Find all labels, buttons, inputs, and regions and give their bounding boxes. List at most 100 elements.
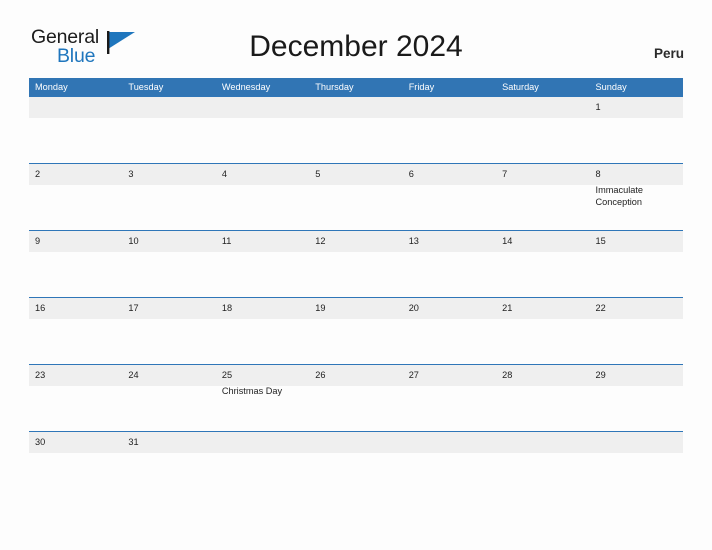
day-number: 20 [408, 303, 419, 313]
holiday-event-label: Christmas Day [221, 386, 283, 396]
day-number: 4 [221, 169, 227, 179]
calendar-week-row: 30 31 [29, 431, 683, 454]
day-number: 8 [595, 169, 601, 179]
calendar-day-cell[interactable]: 3 [122, 164, 215, 230]
day-number: 15 [595, 236, 606, 246]
day-number: 24 [128, 370, 139, 380]
day-number: 30 [35, 437, 46, 447]
day-number [596, 432, 683, 453]
calendar-day-cell[interactable]: 23 [29, 365, 122, 431]
weekday-sunday: Sunday [595, 82, 627, 92]
day-number: 3 [128, 169, 134, 179]
day-number: 9 [35, 236, 41, 246]
calendar-day-cell[interactable]: 15 [590, 231, 683, 297]
day-number [409, 97, 496, 118]
calendar-week-cells: 23 24 25 Christmas Day 26 27 28 29 [29, 365, 683, 431]
calendar-day-cell[interactable]: 9 [29, 231, 122, 297]
day-number: 7 [502, 169, 508, 179]
calendar-day-cell[interactable]: 18 [216, 298, 309, 364]
weekday-saturday: Saturday [502, 82, 539, 92]
calendar-week-cells: 9 10 11 12 13 14 15 [29, 231, 683, 297]
calendar-day-cell[interactable]: 27 [403, 365, 496, 431]
day-number [315, 432, 402, 453]
calendar-grid: Monday Tuesday Wednesday Thursday Friday… [29, 78, 683, 454]
calendar-weeks: 1 2 3 4 5 6 7 8 Immaculate Conception 9 10 11 12 13 14… [29, 96, 683, 454]
calendar-day-cell-empty [122, 97, 215, 163]
weekday-monday: Monday [35, 82, 68, 92]
day-number: 13 [408, 236, 419, 246]
calendar-day-cell[interactable]: 24 [122, 365, 215, 431]
day-number: 18 [221, 303, 233, 313]
holiday-event-label: Immaculate Conception [595, 185, 644, 208]
calendar-day-cell-empty [590, 432, 683, 454]
calendar-day-cell-empty [403, 97, 496, 163]
calendar-day-cell[interactable]: 22 [590, 298, 683, 364]
day-number: 12 [315, 236, 326, 246]
day-number [35, 97, 122, 118]
calendar-day-cell[interactable]: 21 [496, 298, 589, 364]
day-number: 21 [502, 303, 513, 313]
calendar-week-row: 16 17 18 19 20 21 22 [29, 297, 683, 364]
calendar-day-cell[interactable]: 14 [496, 231, 589, 297]
day-number [222, 432, 309, 453]
calendar-day-cell-empty [216, 97, 309, 163]
day-number [502, 97, 589, 118]
calendar-day-cell-empty [403, 432, 496, 454]
calendar-day-cell[interactable]: 16 [29, 298, 122, 364]
calendar-day-cell[interactable]: 17 [122, 298, 215, 364]
calendar-day-cell-empty [496, 97, 589, 163]
calendar-day-cell[interactable]: 20 [403, 298, 496, 364]
day-number: 19 [315, 303, 326, 313]
calendar-day-cell[interactable]: 30 [29, 432, 122, 454]
calendar-day-cell[interactable]: 4 [216, 164, 309, 230]
calendar-day-cell[interactable]: 10 [122, 231, 215, 297]
calendar-day-cell-empty [29, 97, 122, 163]
day-number: 16 [35, 303, 46, 313]
calendar-day-cell[interactable]: 25 Christmas Day [216, 365, 309, 431]
day-number: 14 [502, 236, 513, 246]
calendar-page: General Blue December 2024 Peru Monday T… [0, 0, 712, 550]
day-number: 1 [595, 102, 601, 112]
calendar-day-cell[interactable]: 5 [309, 164, 402, 230]
day-number: 31 [128, 437, 139, 447]
day-number: 28 [502, 370, 513, 380]
day-number [315, 97, 402, 118]
calendar-day-cell-empty [309, 432, 402, 454]
weekday-header-row: Monday Tuesday Wednesday Thursday Friday… [29, 78, 683, 96]
calendar-day-cell[interactable]: 28 [496, 365, 589, 431]
calendar-day-cell[interactable]: 29 [590, 365, 683, 431]
calendar-day-cell[interactable]: 26 [309, 365, 402, 431]
calendar-day-cell-empty [496, 432, 589, 454]
day-number: 27 [408, 370, 419, 380]
calendar-week-cells: 1 [29, 97, 683, 163]
calendar-day-cell[interactable]: 11 [216, 231, 309, 297]
calendar-day-cell[interactable]: 19 [309, 298, 402, 364]
day-number: 6 [408, 169, 414, 179]
weekday-thursday: Thursday [315, 82, 354, 92]
day-number [128, 97, 215, 118]
calendar-week-row: 1 [29, 96, 683, 163]
day-number [502, 432, 589, 453]
calendar-day-cell[interactable]: 13 [403, 231, 496, 297]
calendar-week-cells: 16 17 18 19 20 21 22 [29, 298, 683, 364]
calendar-day-cell[interactable]: 12 [309, 231, 402, 297]
calendar-day-cell[interactable]: 31 [122, 432, 215, 454]
weekday-tuesday: Tuesday [128, 82, 164, 92]
calendar-day-cell[interactable]: 8 Immaculate Conception [590, 164, 683, 230]
calendar-week-cells: 30 31 [29, 432, 683, 454]
calendar-day-cell[interactable]: 7 [496, 164, 589, 230]
day-number: 29 [595, 370, 606, 380]
calendar-day-cell[interactable]: 1 [590, 97, 683, 163]
page-title: December 2024 [249, 30, 463, 63]
day-number: 23 [35, 370, 46, 380]
day-number: 26 [315, 370, 326, 380]
calendar-day-cell[interactable]: 6 [403, 164, 496, 230]
weekday-friday: Friday [408, 82, 435, 92]
day-number: 25 [221, 370, 233, 380]
day-number: 11 [221, 236, 232, 246]
day-number: 2 [35, 169, 41, 179]
weekday-wednesday: Wednesday [221, 82, 271, 92]
day-number [409, 432, 496, 453]
calendar-day-cell-empty [216, 432, 309, 454]
calendar-day-cell[interactable]: 2 [29, 164, 122, 230]
